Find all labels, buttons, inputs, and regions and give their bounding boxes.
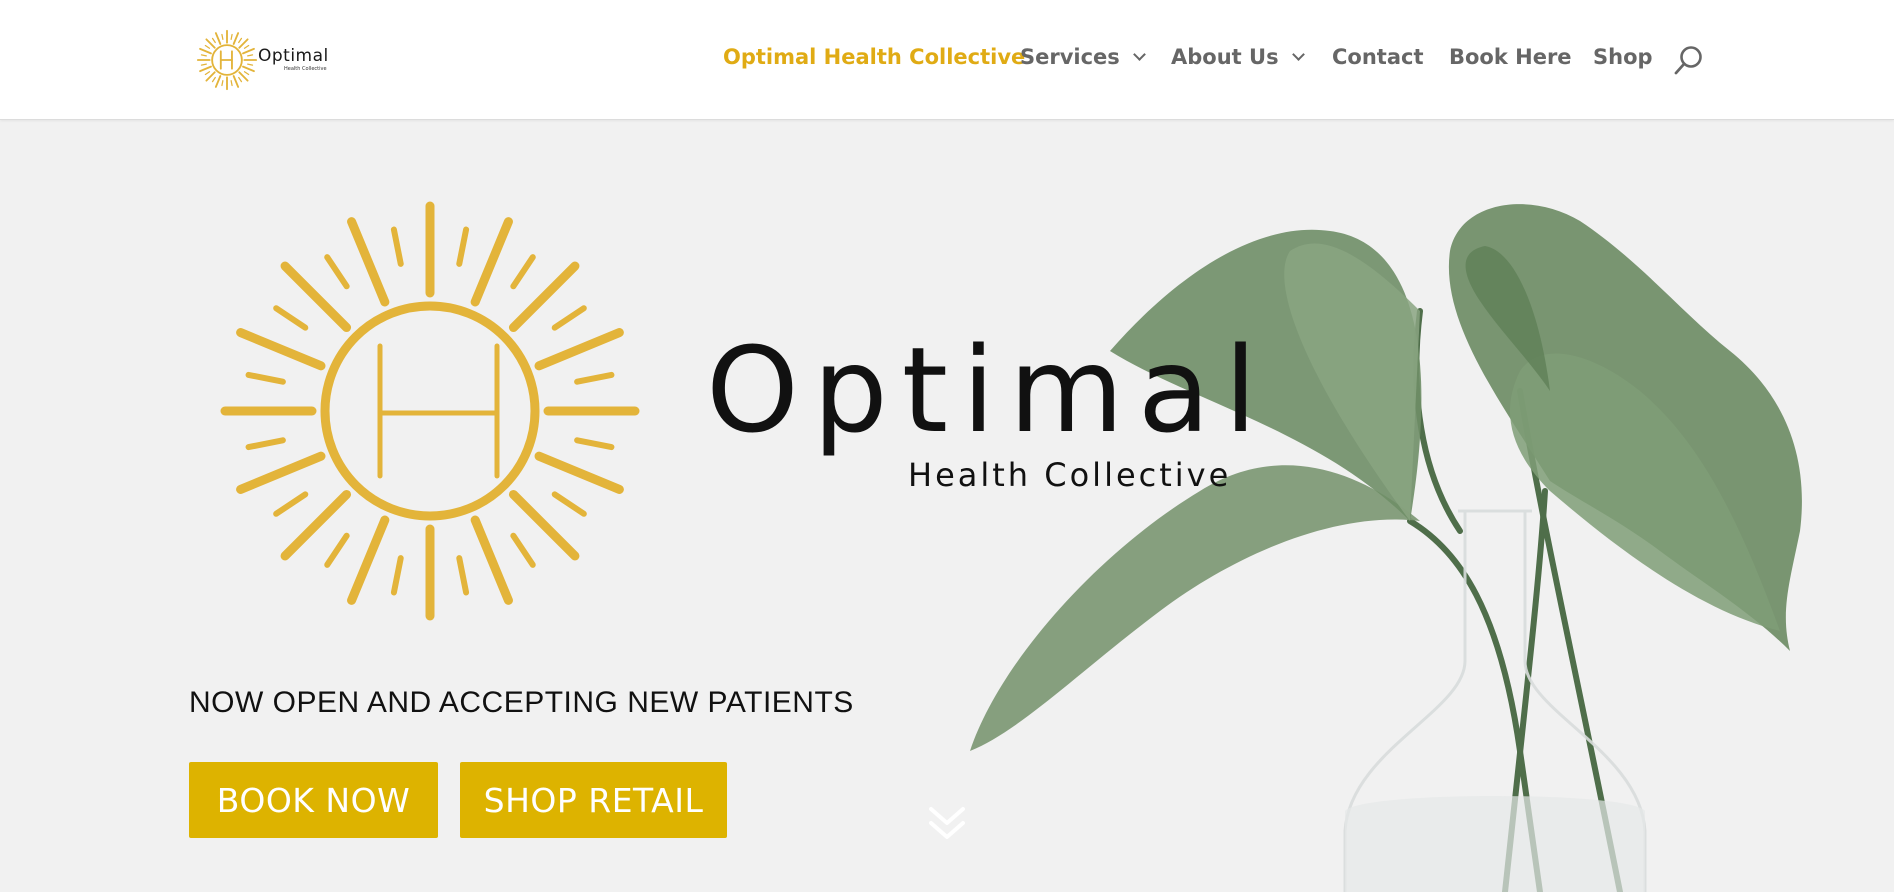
nav-item-shop[interactable]: Shop — [1593, 45, 1653, 69]
nav-label: Shop — [1593, 45, 1653, 69]
site-header: Optimal Health Collective Optimal Health… — [0, 0, 1894, 120]
hero-tagline: NOW OPEN AND ACCEPTING NEW PATIENTS — [189, 686, 854, 719]
search-icon[interactable] — [1672, 44, 1706, 78]
sun-ray — [390, 226, 404, 267]
sun-ray — [551, 491, 587, 517]
sun-ray — [347, 217, 390, 307]
sun-ray — [273, 305, 309, 331]
sun-ray — [273, 491, 309, 517]
sun-ray — [574, 371, 615, 385]
nav-label: Contact — [1332, 45, 1424, 69]
sun-ray — [236, 451, 326, 494]
nav-item-optimal-health-collective[interactable]: Optimal Health Collective — [723, 45, 1025, 69]
shop-retail-button[interactable]: SHOP RETAIL — [460, 762, 727, 838]
nav-item-about-us[interactable]: About Us — [1171, 45, 1305, 69]
sun-ray — [534, 451, 624, 494]
sun-ray — [456, 555, 470, 596]
sun-ray — [347, 515, 390, 605]
sun-ray — [470, 515, 513, 605]
sun-ray — [574, 437, 615, 451]
nav-label: Services — [1020, 45, 1120, 69]
chevron-down-icon — [1132, 47, 1146, 61]
sun-ray — [470, 217, 513, 307]
sun-ray — [456, 226, 470, 267]
sun-ray — [390, 555, 404, 596]
nav-label: About Us — [1171, 45, 1279, 69]
hero-section: Optimal Health Collective NOW OPEN AND A… — [0, 121, 1894, 892]
sun-ray — [245, 371, 286, 385]
main-nav: Optimal Health Collective Services About… — [0, 0, 1894, 120]
sun-ray — [510, 532, 536, 568]
sun-ray — [551, 305, 587, 331]
nav-item-book-here[interactable]: Book Here — [1449, 45, 1572, 69]
sun-logo-icon — [220, 201, 640, 621]
nav-item-services[interactable]: Services — [1020, 45, 1146, 69]
sun-ray — [324, 254, 350, 290]
hero-logo: Optimal Health Collective — [200, 191, 1257, 651]
chevron-down-icon — [1291, 47, 1305, 61]
sun-ray — [236, 328, 326, 371]
nav-label: Optimal Health Collective — [723, 45, 1026, 69]
sun-ray — [534, 328, 624, 371]
hero-logo-name: Optimal — [706, 321, 1271, 459]
sun-ray — [510, 254, 536, 290]
nav-item-contact[interactable]: Contact — [1332, 45, 1424, 69]
book-now-button[interactable]: BOOK NOW — [189, 762, 438, 838]
chevron-double-down-icon[interactable] — [926, 803, 968, 845]
nav-label: Book Here — [1449, 45, 1572, 69]
sun-ray — [324, 532, 350, 568]
hero-logo-subtitle: Health Collective — [908, 456, 1232, 494]
sun-ray — [245, 437, 286, 451]
